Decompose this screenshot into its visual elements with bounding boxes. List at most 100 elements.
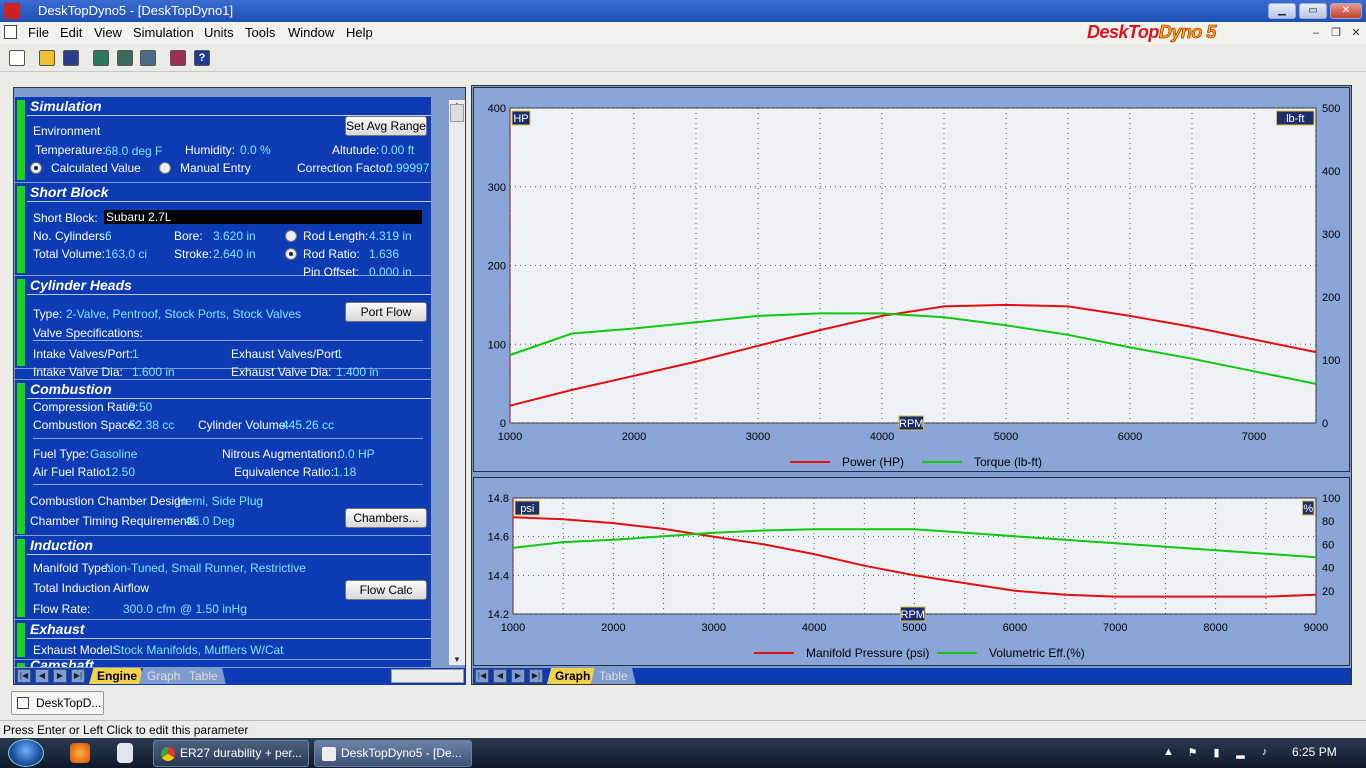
vertical-scrollbar[interactable]: ▲ ▼ [449,100,465,665]
intake-valve-dia-value[interactable]: 1.600 in [132,365,175,379]
taskbar-desktopdyno[interactable]: DeskTopDyno5 - [De... [314,740,472,767]
tab-prev-icon[interactable]: ◀ [35,669,49,683]
temperature-value[interactable]: 68.0 deg F [105,144,162,158]
chamber-design-label: Combustion Chamber Design: [30,494,191,508]
document-tab[interactable]: DeskTopD... [11,691,104,715]
exhaust-valve-dia-value[interactable]: 1.400 in [336,365,379,379]
menu-tools[interactable]: Tools [245,25,275,40]
menu-units[interactable]: Units [204,25,234,40]
tab-last-icon[interactable]: ▶| [71,669,85,683]
minimize-button[interactable]: ▁ [1268,3,1296,19]
power-icon[interactable]: ▮ [1210,746,1223,759]
exhaust-valves-value[interactable]: 1 [336,347,343,361]
compression-ratio-value[interactable]: 9.50 [129,400,152,414]
combustion-space-value[interactable]: 52.38 cc [129,418,174,432]
exhaust-model-value[interactable]: Stock Manifolds, Mufflers W/Cat [113,643,284,657]
flow-pressure-value[interactable]: @ 1.50 inHg [180,602,247,616]
taskbar-chrome[interactable]: ER27 durability + per... [153,740,309,767]
short-block-label: Short Block: [33,211,98,225]
calculator-icon[interactable] [117,743,133,763]
horizontal-scrollbar[interactable] [391,669,464,683]
scroll-down-arrow[interactable]: ▼ [449,655,465,665]
left-axis-label: HP [513,113,528,125]
print-icon[interactable] [170,50,186,66]
cylinder-volume-label: Cylinder Volume: [198,418,289,432]
save-icon[interactable] [63,50,79,66]
menu-view[interactable]: View [94,25,122,40]
mdi-restore-button[interactable]: ❐ [1328,26,1344,41]
tab-last-icon[interactable]: ▶| [529,669,543,683]
nitrous-value[interactable]: 0.0 HP [338,447,375,461]
tab-engine[interactable]: Engine [89,668,146,684]
tab-prev-icon[interactable]: ◀ [493,669,507,683]
short-block-field[interactable]: Subaru 2.7L [104,210,422,224]
rod-ratio-value[interactable]: 1.636 [369,247,399,261]
rod-length-radio[interactable] [285,230,297,242]
intake-valves-value[interactable]: 1 [132,347,139,361]
scroll-thumb[interactable] [450,104,464,122]
bore-value[interactable]: 3.620 in [213,229,256,243]
app-icon[interactable] [4,3,20,19]
altitude-value[interactable]: 0.00 ft [381,143,414,157]
start-button[interactable] [8,739,44,767]
menu-file[interactable]: File [28,25,49,40]
mdi-minimize-button[interactable]: – [1308,26,1324,41]
open-icon[interactable] [39,50,55,66]
tab-next-icon[interactable]: ▶ [511,669,525,683]
legend-label: Volumetric Eff.(%) [989,646,1085,660]
calculated-radio[interactable] [30,162,42,174]
combustion-section: Combustion Compression Ratio: 9.50 Combu… [15,379,431,536]
new-icon[interactable] [9,50,25,66]
section-marker [17,663,25,667]
menu-edit[interactable]: Edit [60,25,82,40]
manifold-type-value[interactable]: Non-Tuned, Small Runner, Restrictive [105,561,306,575]
flow-calc-button[interactable]: Flow Calc [345,580,427,600]
fuel-type-value[interactable]: Gasoline [90,447,137,461]
tab-next-icon[interactable]: ▶ [53,669,67,683]
chambers-button[interactable]: Chambers... [345,508,427,528]
engine-panel: Simulation Environment Set Avg Range Tem… [13,87,466,685]
brand-logo: DeskTopDyno 5 [1087,22,1217,43]
show-hidden-icons-icon[interactable]: ▲ [1162,746,1175,759]
document-icon[interactable] [4,25,17,39]
manual-radio[interactable] [159,162,171,174]
head-type-value[interactable]: 2-Valve, Pentroof, Stock Ports, Stock Va… [66,307,301,321]
engine-components-list: Simulation Environment Set Avg Range Tem… [15,97,431,667]
tab-table-left[interactable]: Table [181,668,226,684]
tab-graph-left[interactable]: Graph [139,668,189,684]
maximize-button[interactable]: ▭ [1299,3,1327,19]
volume-icon[interactable]: ♪ [1258,746,1271,759]
correction-value: 0.99997 [386,161,430,175]
port-flow-button[interactable]: Port Flow [345,302,427,322]
right-axis-label: % [1303,503,1313,515]
flag-icon[interactable]: ⚑ [1186,746,1199,759]
firefox-icon[interactable] [70,743,90,763]
rod-ratio-radio[interactable] [285,248,297,260]
humidity-value[interactable]: 0.0 % [240,143,271,157]
simulation-header: Simulation [30,98,102,114]
toolbar: ? [0,44,1366,72]
network-icon[interactable]: ▂ [1234,746,1247,759]
afr-value[interactable]: 12.50 [105,465,135,479]
mdi-close-button[interactable]: ✕ [1348,26,1364,41]
stroke-value[interactable]: 2.640 in [213,247,256,261]
close-button[interactable]: ✕ [1330,3,1362,19]
run-icon[interactable] [93,50,109,66]
rod-length-value[interactable]: 4.319 in [369,229,412,243]
download-icon[interactable] [117,50,133,66]
tab-table-right[interactable]: Table [591,668,636,684]
help-icon[interactable]: ? [194,50,210,66]
set-avg-range-button[interactable]: Set Avg Range [345,116,427,136]
component-icon[interactable] [140,50,156,66]
flow-rate-value[interactable]: 300.0 cfm [123,602,176,616]
tab-first-icon[interactable]: |◀ [475,669,489,683]
tab-graph-right[interactable]: Graph [547,668,599,684]
document-icon [17,697,29,709]
cylinders-value[interactable]: 6 [105,229,112,243]
chamber-design-value[interactable]: Hemi, Side Plug [177,494,263,508]
tab-first-icon[interactable]: |◀ [17,669,31,683]
menu-help[interactable]: Help [346,25,373,40]
menu-simulation[interactable]: Simulation [133,25,194,40]
menu-window[interactable]: Window [288,25,334,40]
altitude-label: Altutude: [332,143,380,157]
